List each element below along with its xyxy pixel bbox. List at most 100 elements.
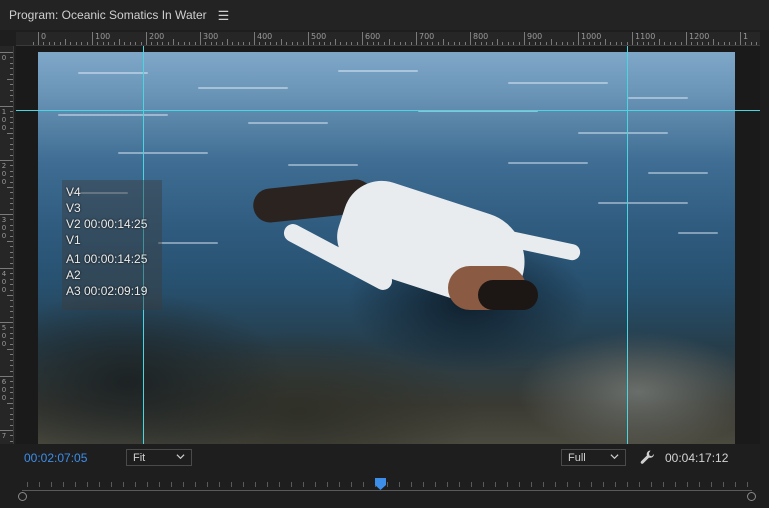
- guide-horizontal[interactable]: [16, 110, 760, 111]
- track-a2: A2: [66, 268, 81, 282]
- ruler-minor-tick: [10, 230, 13, 232]
- ruler-minor-tick: [10, 203, 13, 205]
- ruler-minor-tick: [540, 42, 542, 45]
- ruler-minor-tick: [10, 305, 13, 307]
- ruler-minor-tick: [7, 133, 13, 134]
- ruler-minor-tick: [426, 42, 428, 45]
- ruler-minor-tick: [464, 42, 466, 45]
- ruler-minor-tick: [567, 42, 569, 45]
- time-ruler-tick: [171, 482, 172, 487]
- vertical-ruler[interactable]: 0 1 0 0 2 0 0 3 0 0 4 0 0 5 0 0 6 0 0 7: [0, 46, 14, 444]
- playback-resolution-value: Full: [568, 451, 586, 464]
- ruler-minor-tick: [680, 42, 682, 45]
- panel-title[interactable]: Program: Oceanic Somatics In Water: [9, 8, 207, 22]
- ruler-minor-tick: [756, 42, 758, 45]
- time-ruler-tick: [747, 482, 748, 487]
- ruler-v-label: 0: [1, 54, 7, 62]
- water-wave-highlight: [288, 164, 358, 166]
- ruler-major-tick: [686, 32, 687, 45]
- ruler-h-label: 1: [743, 32, 749, 41]
- water-wave-highlight: [58, 114, 168, 116]
- ruler-minor-tick: [383, 42, 385, 45]
- ruler-minor-tick: [10, 370, 13, 372]
- video-content-hair: [478, 280, 538, 310]
- track-v3: V3: [66, 201, 81, 215]
- time-ruler-tick: [267, 482, 268, 487]
- time-ruler-tick: [603, 482, 604, 487]
- ruler-minor-tick: [216, 42, 218, 45]
- time-ruler-tick: [675, 482, 676, 487]
- ruler-minor-tick: [367, 42, 369, 45]
- ruler-v-label: 2 0 0: [1, 162, 7, 186]
- ruler-minor-tick: [10, 73, 13, 75]
- ruler-v-label: 5 0 0: [1, 324, 7, 348]
- ruler-minor-tick: [10, 354, 13, 356]
- wrench-icon[interactable]: [639, 449, 655, 465]
- ruler-minor-tick: [10, 365, 13, 367]
- ruler-minor-tick: [405, 42, 407, 45]
- track-a1: A1 00:00:14:25: [66, 252, 148, 266]
- time-ruler-tick: [363, 482, 364, 487]
- ruler-major-tick: [524, 32, 525, 45]
- time-ruler-tick: [87, 482, 88, 487]
- time-ruler-track[interactable]: [22, 490, 752, 491]
- ruler-major-tick: [0, 322, 13, 323]
- ruler-major-tick: [0, 268, 13, 269]
- time-ruler-tick: [555, 482, 556, 487]
- time-ruler-tick: [315, 482, 316, 487]
- ruler-minor-tick: [610, 42, 612, 45]
- ruler-minor-tick: [713, 39, 714, 45]
- ruler-minor-tick: [10, 332, 13, 334]
- playhead-icon[interactable]: [375, 478, 386, 490]
- ruler-minor-tick: [443, 39, 444, 45]
- ruler-minor-tick: [119, 39, 120, 45]
- ruler-minor-tick: [302, 42, 304, 45]
- time-ruler-tick: [591, 482, 592, 487]
- playback-resolution-dropdown[interactable]: Full: [561, 449, 626, 466]
- time-ruler-tick: [711, 482, 712, 487]
- ruler-minor-tick: [551, 39, 552, 45]
- time-ruler-tick: [699, 482, 700, 487]
- ruler-minor-tick: [335, 39, 336, 45]
- time-ruler-tick: [723, 482, 724, 487]
- guide-vertical-right[interactable]: [627, 46, 628, 444]
- time-ruler-tick: [735, 482, 736, 487]
- ruler-major-tick: [308, 32, 309, 45]
- ruler-minor-tick: [232, 42, 234, 45]
- ruler-major-tick: [416, 32, 417, 45]
- time-ruler-tick: [651, 482, 652, 487]
- program-monitor-header: Program: Oceanic Somatics In Water ☰: [0, 0, 769, 30]
- time-ruler-tick: [303, 482, 304, 487]
- ruler-minor-tick: [642, 42, 644, 45]
- ruler-minor-tick: [7, 241, 13, 242]
- ruler-minor-tick: [227, 39, 228, 45]
- ruler-minor-tick: [340, 42, 342, 45]
- ruler-h-label: 400: [257, 32, 273, 41]
- ruler-minor-tick: [59, 42, 61, 45]
- hamburger-menu-icon[interactable]: ☰: [218, 9, 230, 22]
- ruler-minor-tick: [10, 316, 13, 318]
- ruler-minor-tick: [54, 42, 56, 45]
- ruler-minor-tick: [248, 42, 250, 45]
- ruler-minor-tick: [243, 42, 245, 45]
- time-ruler-tick: [147, 482, 148, 487]
- ruler-major-tick: [0, 106, 13, 107]
- ruler-minor-tick: [556, 42, 558, 45]
- time-ruler-tick: [195, 482, 196, 487]
- ruler-major-tick: [740, 32, 741, 45]
- horizontal-ruler[interactable]: 0 100 200 300 400 500 600 700 800 900 1000 1100 1200…: [16, 32, 760, 46]
- ruler-minor-tick: [113, 42, 115, 45]
- time-ruler-tick: [39, 482, 40, 487]
- ruler-minor-tick: [583, 42, 585, 45]
- time-ruler-tick: [447, 482, 448, 487]
- playhead-timecode[interactable]: 00:02:07:05: [24, 451, 87, 465]
- zoom-level-dropdown[interactable]: Fit: [126, 449, 192, 466]
- time-ruler-tick: [219, 482, 220, 487]
- ruler-minor-tick: [10, 311, 13, 313]
- in-point-handle[interactable]: [18, 492, 27, 501]
- ruler-h-label: 1100: [635, 32, 656, 41]
- time-ruler-tick: [687, 482, 688, 487]
- time-ruler-tick: [567, 482, 568, 487]
- ruler-minor-tick: [421, 42, 423, 45]
- out-point-handle[interactable]: [747, 492, 756, 501]
